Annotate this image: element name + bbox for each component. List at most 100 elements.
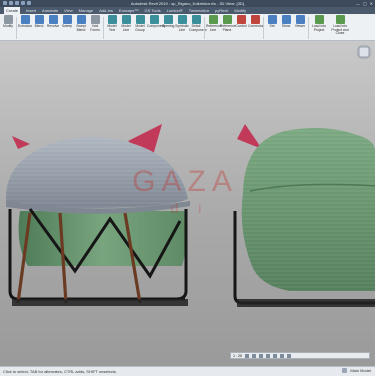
- tab-gs-tools[interactable]: GS Tools: [145, 8, 161, 13]
- close-button[interactable]: ✕: [370, 0, 373, 7]
- symbolic-line-icon: [177, 15, 187, 24]
- viewcube-icon: [356, 44, 372, 60]
- detail-component-icon: [191, 15, 201, 24]
- show-icon: [281, 15, 291, 24]
- viewcube[interactable]: [356, 44, 372, 65]
- tool-label: Model Text: [107, 24, 117, 32]
- tool-label: Show: [281, 24, 291, 28]
- crop-icon[interactable]: [280, 353, 284, 358]
- tool-model-group[interactable]: Model Group: [133, 15, 147, 32]
- tool-label: Void Forms: [90, 24, 100, 32]
- tool-reference-line[interactable]: Reference Line: [206, 15, 222, 32]
- tool-revolve[interactable]: Revolve: [46, 15, 60, 29]
- divider: [308, 17, 309, 39]
- tool-void-forms[interactable]: Void Forms: [88, 15, 102, 32]
- tool-load-into-project[interactable]: Load into Project: [310, 15, 328, 32]
- tool-label: Control: [235, 24, 247, 28]
- tab-manage[interactable]: Manage: [79, 8, 93, 13]
- tab-modify[interactable]: Modify: [234, 8, 246, 13]
- tool-model-line[interactable]: Model Line: [119, 15, 133, 32]
- tab-enscape[interactable]: Enscape™: [119, 8, 139, 13]
- shadows-icon[interactable]: [266, 353, 270, 358]
- ribbon: Modify Extrusion Blend Revolve Sweep Swe…: [0, 14, 375, 52]
- tool-symbolic-line[interactable]: Symbolic Line: [175, 15, 189, 32]
- revolve-icon: [48, 15, 58, 24]
- connector-icon: [250, 15, 260, 24]
- tool-detail-component[interactable]: Detail Component: [189, 15, 207, 32]
- window-title: Autodesk Revit 2019 - sp_Rigano_Kollekti…: [130, 1, 245, 6]
- tool-label: Blend: [34, 24, 44, 28]
- void-forms-icon: [90, 15, 100, 24]
- tool-model-text[interactable]: Model Text: [105, 15, 119, 32]
- tool-swept-blend[interactable]: Swept Blend: [74, 15, 88, 32]
- tab-add-ins[interactable]: Add-Ins: [99, 8, 113, 13]
- model-group-icon: [135, 15, 145, 24]
- viewer-icon: [295, 15, 305, 24]
- filter-icon[interactable]: [342, 368, 348, 373]
- title-bar: Autodesk Revit 2019 - sp_Rigano_Kollekti…: [0, 0, 375, 7]
- tool-reference-plane[interactable]: Reference Plane: [220, 15, 236, 32]
- sun-path-icon[interactable]: [259, 353, 263, 358]
- tab-twinmotion[interactable]: Twinmotion: [189, 8, 209, 13]
- minimize-button[interactable]: —: [356, 0, 360, 7]
- window-controls: — ▢ ✕: [356, 0, 373, 7]
- tool-connector[interactable]: Connector: [248, 15, 264, 29]
- extrusion-icon: [20, 15, 30, 24]
- model-line-icon: [121, 15, 131, 24]
- render-icon[interactable]: [273, 353, 277, 358]
- tab-create[interactable]: Create: [4, 7, 21, 14]
- tool-modify[interactable]: Modify: [1, 15, 15, 29]
- right-chair-texture: [241, 127, 375, 291]
- tool-label: Model Line: [121, 24, 131, 32]
- tool-sweep[interactable]: Sweep: [60, 15, 74, 29]
- tab-view[interactable]: View: [64, 8, 73, 13]
- divider: [16, 17, 17, 39]
- view-scale[interactable]: 1 : 20: [233, 354, 242, 358]
- left-chair-back-shell: [18, 211, 187, 266]
- sweep-icon: [62, 15, 72, 24]
- tool-label: Set: [269, 24, 275, 28]
- tool-label: Modify: [3, 24, 13, 28]
- tool-set[interactable]: Set: [265, 15, 279, 29]
- reference-line-icon: [208, 15, 218, 24]
- watermark-logo: GAZA: [132, 165, 238, 198]
- 3d-viewport[interactable]: GAZA d i 1 : 20: [0, 41, 375, 366]
- tool-label: Extrusion: [18, 24, 33, 28]
- tool-component[interactable]: Component: [147, 15, 165, 29]
- tool-control[interactable]: Control: [234, 15, 248, 29]
- tab-lumion[interactable]: Lumion®: [167, 8, 183, 13]
- model-text-icon: [107, 15, 117, 24]
- tool-label: Revolve: [46, 24, 60, 28]
- visual-style-icon[interactable]: [252, 353, 256, 358]
- watermark-sub: d i: [171, 200, 210, 216]
- tool-label: Viewer: [294, 24, 306, 28]
- detail-level-icon[interactable]: [245, 353, 249, 358]
- right-chair-base: [237, 299, 375, 307]
- tool-label: Connector: [248, 24, 264, 28]
- divider: [263, 17, 264, 39]
- tool-viewer[interactable]: Viewer: [293, 15, 307, 29]
- set-icon: [267, 15, 277, 24]
- tool-label: Swept Blend: [76, 24, 86, 32]
- tool-opening[interactable]: Opening: [161, 15, 175, 29]
- maximize-button[interactable]: ▢: [363, 0, 367, 7]
- opening-icon: [163, 15, 173, 24]
- cursor-icon: [3, 15, 13, 24]
- tool-extrusion[interactable]: Extrusion: [18, 15, 32, 29]
- tab-pyrevit[interactable]: pyRevit: [215, 8, 228, 13]
- tool-load-into-project-close[interactable]: Load into Project and Close: [330, 15, 350, 36]
- divider: [204, 17, 205, 39]
- tool-label: Load into Project: [312, 24, 326, 32]
- tool-show[interactable]: Show: [279, 15, 293, 29]
- left-chair-base: [12, 299, 188, 306]
- load-into-project-close-icon: [335, 15, 345, 24]
- tool-label: Sweep: [61, 24, 73, 28]
- tool-label: Model Group: [135, 24, 145, 32]
- tab-insert[interactable]: Insert: [26, 8, 36, 13]
- hide-isolate-icon[interactable]: [287, 353, 291, 358]
- main-model-label[interactable]: Main Model: [350, 368, 371, 373]
- tool-blend[interactable]: Blend: [32, 15, 46, 29]
- tab-annotate[interactable]: Annotate: [42, 8, 58, 13]
- status-right: Main Model: [342, 368, 371, 373]
- tool-label: Symbolic Line: [175, 24, 189, 32]
